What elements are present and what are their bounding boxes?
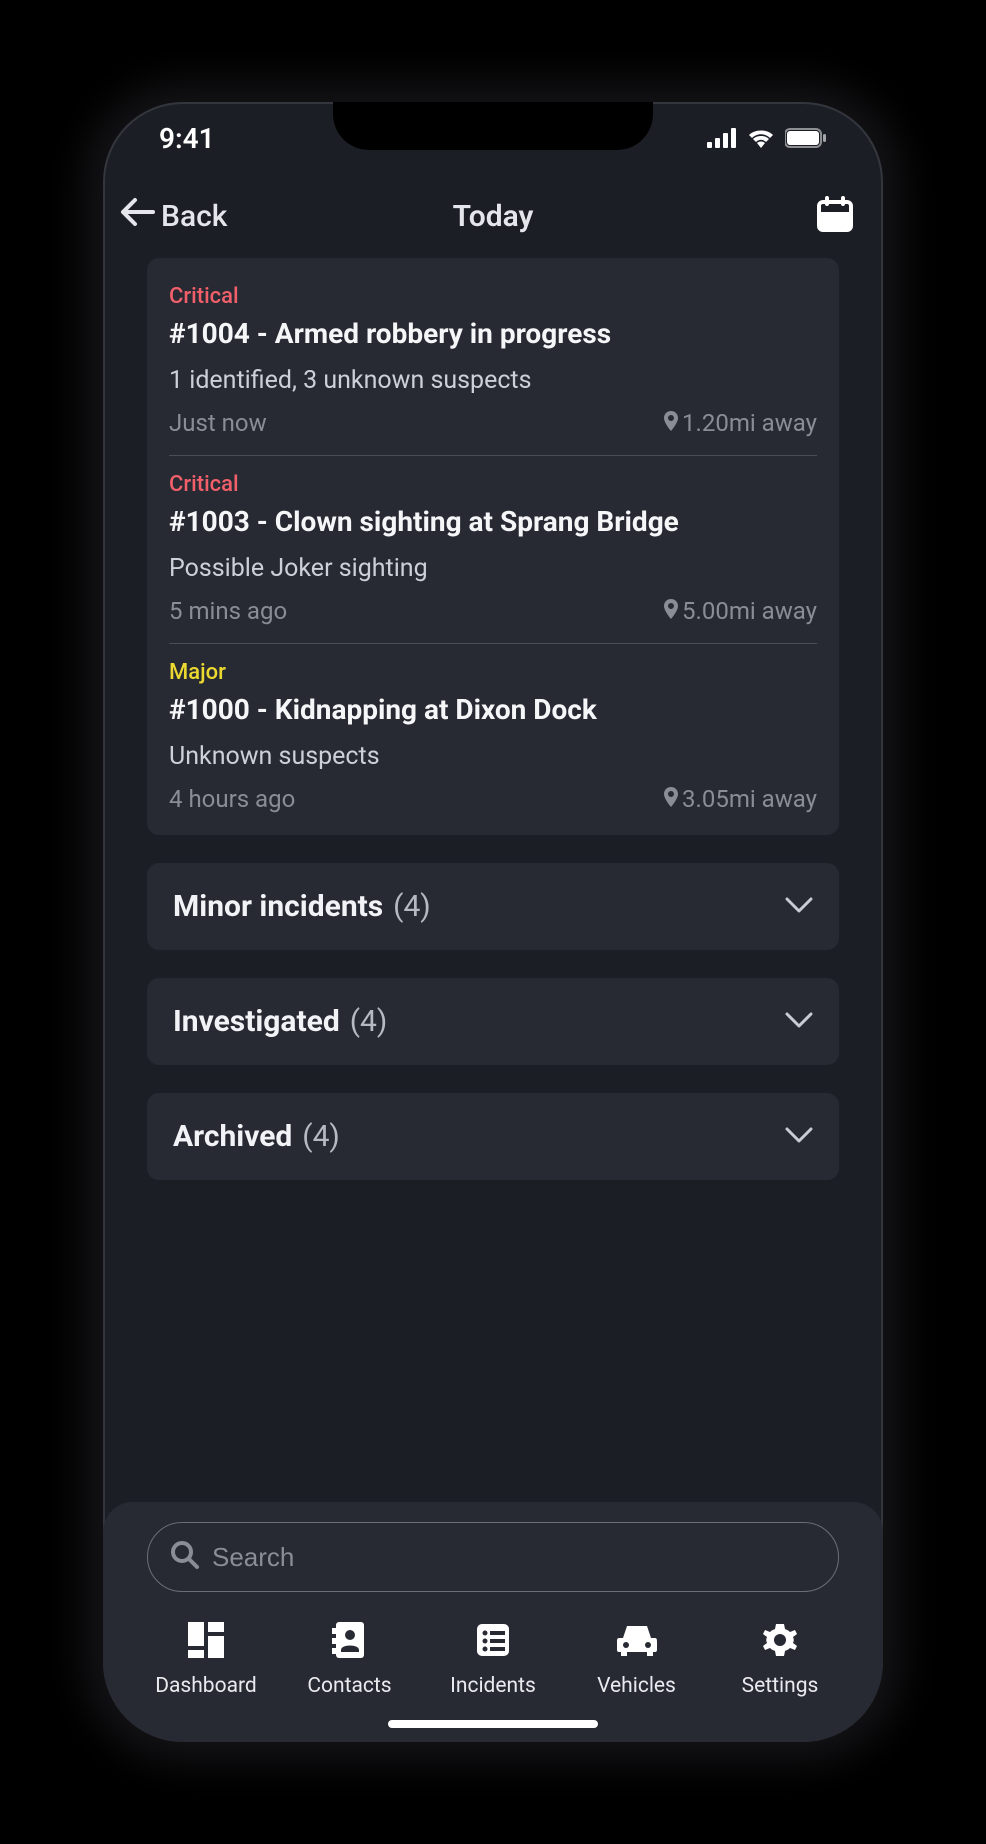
wifi-icon (747, 128, 775, 148)
severity-badge: Major (169, 660, 817, 685)
severity-badge: Critical (169, 284, 817, 309)
location-pin-icon (664, 597, 678, 625)
home-indicator[interactable] (388, 1720, 598, 1728)
chevron-down-icon (785, 1012, 813, 1032)
status-time: 9:41 (159, 122, 215, 155)
phone-frame: 9:41 Back Today (103, 102, 883, 1742)
status-indicators (707, 128, 827, 148)
accordion-label: Minor incidents (173, 889, 383, 924)
incident-time: Just now (169, 409, 267, 437)
accordion-count: (4) (393, 889, 431, 924)
vehicles-icon (615, 1620, 659, 1666)
search-input[interactable] (212, 1542, 816, 1573)
location-pin-icon (664, 785, 678, 813)
accordion-minor-incidents[interactable]: Minor incidents (4) (147, 863, 839, 950)
incident-subtitle: 1 identified, 3 unknown suspects (169, 366, 817, 395)
dashboard-icon (186, 1620, 226, 1666)
incident-subtitle: Possible Joker sighting (169, 554, 817, 583)
incidents-icon (473, 1620, 513, 1666)
incident-row[interactable]: Major #1000 - Kidnapping at Dixon Dock U… (169, 644, 817, 813)
battery-icon (785, 128, 827, 148)
contacts-icon (330, 1620, 370, 1666)
cellular-signal-icon (707, 128, 737, 148)
incident-time: 4 hours ago (169, 785, 295, 813)
incident-meta: 4 hours ago 3.05mi away (169, 785, 817, 813)
accordion-archived[interactable]: Archived (4) (147, 1093, 839, 1180)
location-pin-icon (664, 409, 678, 437)
incident-title: #1004 - Armed robbery in progress (169, 317, 817, 350)
incident-time: 5 mins ago (169, 597, 287, 625)
accordion-count: (4) (350, 1004, 388, 1039)
content-area: Critical #1004 - Armed robbery in progre… (103, 258, 883, 1502)
tab-label: Settings (742, 1674, 819, 1698)
accordion-count: (4) (302, 1119, 340, 1154)
open-incidents-card: Critical #1004 - Armed robbery in progre… (147, 258, 839, 835)
incident-subtitle: Unknown suspects (169, 742, 817, 771)
tab-contacts[interactable]: Contacts (295, 1620, 405, 1698)
tab-incidents[interactable]: Incidents (438, 1620, 548, 1698)
tab-label: Vehicles (597, 1674, 676, 1698)
bottom-tabs: Dashboard Contacts Incidents Vehicles (147, 1610, 839, 1698)
tab-label: Dashboard (155, 1674, 257, 1698)
distance-text: 1.20mi away (682, 409, 817, 437)
incident-distance: 1.20mi away (664, 409, 817, 437)
settings-icon (760, 1620, 800, 1666)
tab-vehicles[interactable]: Vehicles (582, 1620, 692, 1698)
tab-label: Contacts (307, 1674, 391, 1698)
incident-meta: Just now 1.20mi away (169, 409, 817, 437)
distance-text: 3.05mi away (682, 785, 817, 813)
chevron-down-icon (785, 1127, 813, 1147)
distance-text: 5.00mi away (682, 597, 817, 625)
tab-settings[interactable]: Settings (725, 1620, 835, 1698)
back-label: Back (161, 199, 227, 234)
navigation-bar: Back Today (103, 174, 883, 258)
incident-distance: 5.00mi away (664, 597, 817, 625)
incident-distance: 3.05mi away (664, 785, 817, 813)
calendar-icon (815, 194, 855, 238)
calendar-button[interactable] (815, 194, 855, 238)
tab-bar: Dashboard Contacts Incidents Vehicles (103, 1502, 883, 1742)
back-button[interactable]: Back (119, 196, 227, 236)
chevron-down-icon (785, 897, 813, 917)
incident-meta: 5 mins ago 5.00mi away (169, 597, 817, 625)
search-field-wrap[interactable] (147, 1522, 839, 1592)
arrow-left-icon (119, 196, 155, 236)
accordion-label: Investigated (173, 1004, 340, 1039)
tab-label: Incidents (450, 1674, 536, 1698)
incident-title: #1000 - Kidnapping at Dixon Dock (169, 693, 817, 726)
incident-row[interactable]: Critical #1003 - Clown sighting at Spran… (169, 456, 817, 644)
accordion-label: Archived (173, 1119, 292, 1154)
search-icon (170, 1540, 200, 1574)
tab-dashboard[interactable]: Dashboard (151, 1620, 261, 1698)
incident-title: #1003 - Clown sighting at Sprang Bridge (169, 505, 817, 538)
page-title: Today (453, 199, 534, 234)
severity-badge: Critical (169, 472, 817, 497)
device-notch (333, 102, 653, 150)
incident-row[interactable]: Critical #1004 - Armed robbery in progre… (169, 268, 817, 456)
accordion-investigated[interactable]: Investigated (4) (147, 978, 839, 1065)
